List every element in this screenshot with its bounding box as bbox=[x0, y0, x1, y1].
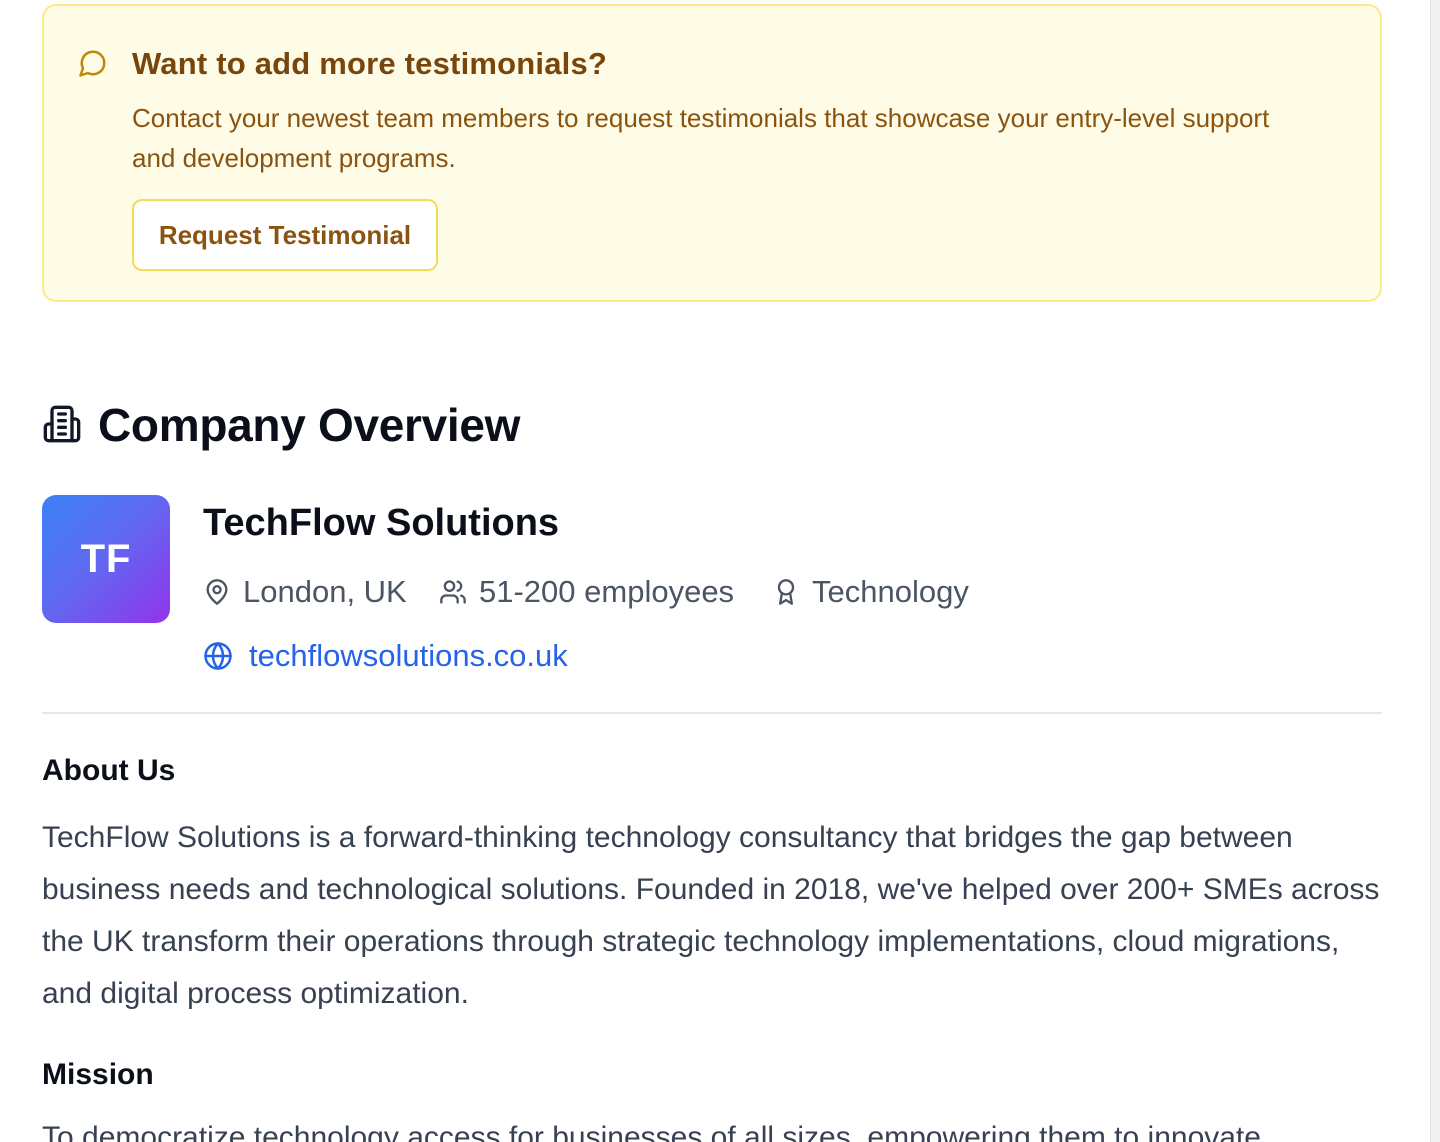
mission-heading: Mission bbox=[42, 1058, 154, 1091]
industry-text: Technology bbox=[812, 574, 969, 609]
scrollbar[interactable] bbox=[1430, 0, 1440, 1142]
request-testimonial-button[interactable]: Request Testimonial bbox=[132, 199, 438, 271]
company-website: techflowsolutions.co.uk bbox=[203, 638, 568, 674]
website-link[interactable]: techflowsolutions.co.uk bbox=[249, 638, 568, 674]
mission-text: To democratize technology access for bus… bbox=[42, 1121, 1261, 1142]
company-name: TechFlow Solutions bbox=[203, 502, 560, 544]
divider bbox=[42, 712, 1382, 714]
users-icon bbox=[440, 580, 466, 604]
company-location: London, UK bbox=[203, 574, 407, 610]
message-circle-icon bbox=[79, 50, 106, 77]
logo-initials: TF bbox=[80, 536, 132, 581]
globe-icon bbox=[204, 642, 232, 670]
callout-title: Want to add more testimonials? bbox=[132, 46, 608, 81]
company-logo: TF bbox=[42, 495, 170, 623]
testimonial-callout: Want to add more testimonials? Contact y… bbox=[42, 4, 1382, 302]
about-heading: About Us bbox=[42, 754, 176, 787]
company-size: 51-200 employees bbox=[439, 574, 734, 610]
building-icon bbox=[43, 405, 81, 443]
company-profile-page: Want to add more testimonials? Contact y… bbox=[0, 0, 1440, 1142]
company-industry: Technology bbox=[772, 574, 969, 610]
about-text: TechFlow Solutions is a forward-thinking… bbox=[42, 821, 1380, 1010]
award-icon bbox=[777, 579, 795, 605]
section-title: Company Overview bbox=[98, 399, 521, 451]
callout-text: Contact your newest team members to requ… bbox=[132, 103, 1270, 173]
size-text: 51-200 employees bbox=[479, 574, 735, 609]
map-pin-icon bbox=[206, 579, 228, 605]
location-text: London, UK bbox=[243, 574, 407, 609]
